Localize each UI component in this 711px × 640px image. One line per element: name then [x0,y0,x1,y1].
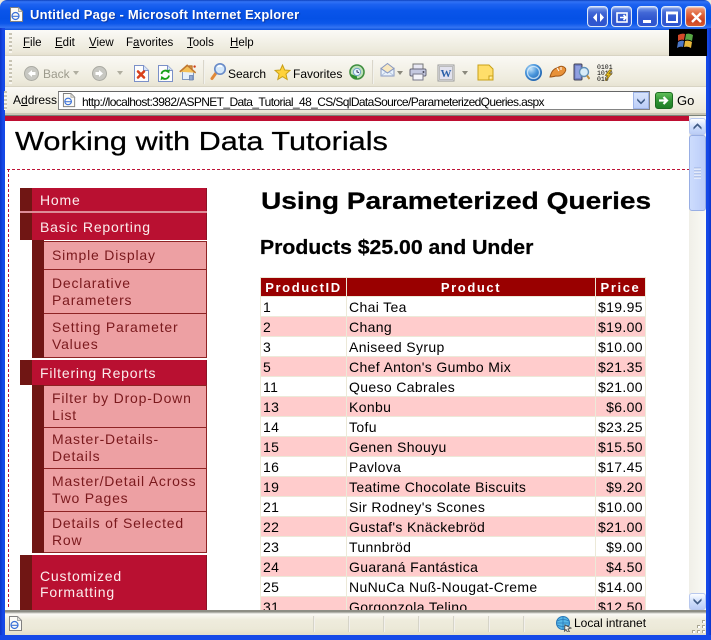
svg-text:W: W [441,68,452,80]
